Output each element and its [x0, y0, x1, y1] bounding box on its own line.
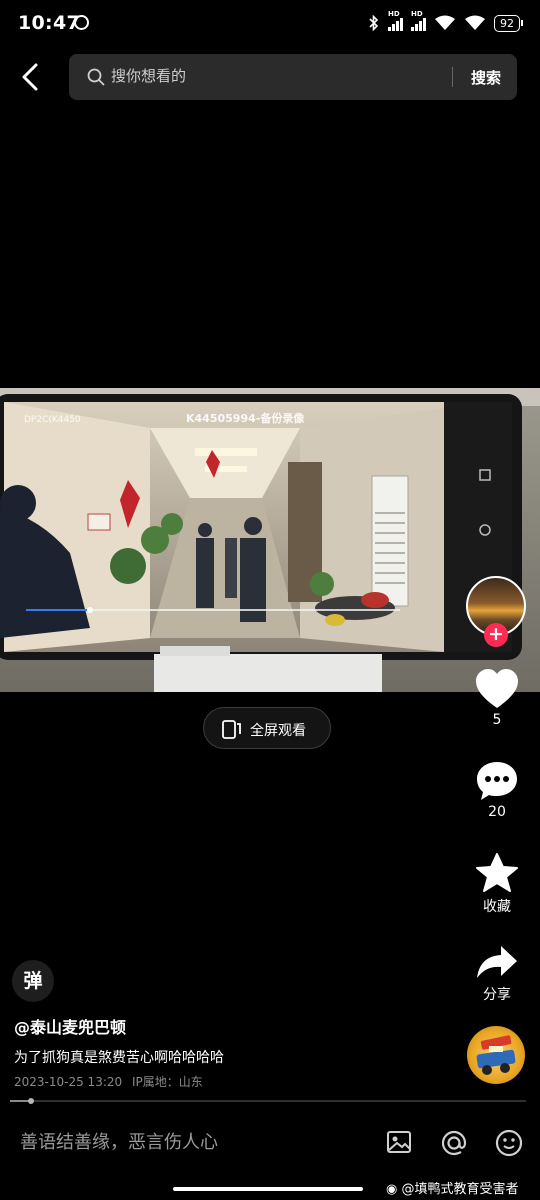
fullscreen-label: 全屏观看 [250, 723, 306, 739]
post-caption: 为了抓狗真是煞费苦心啊哈哈哈哈 [14, 1050, 224, 1066]
video-progress-handle[interactable] [27, 1098, 34, 1104]
watermark-text: @填鸭式教育受害者 [401, 1182, 519, 1197]
status-time: 10:47 [18, 12, 80, 34]
share-button[interactable]: 分享 [468, 944, 526, 1004]
danmaku-toggle-button[interactable]: 弹 [12, 960, 54, 1002]
emoji-icon[interactable] [494, 1128, 524, 1158]
share-label: 分享 [483, 987, 511, 1003]
post-ip-location: IP属地：山东 [131, 1075, 203, 1089]
music-disc[interactable] [467, 1026, 525, 1084]
comment-icon [477, 762, 517, 800]
post-meta: 2023-10-25 13:20 IP属地：山东 [14, 1073, 203, 1090]
favorite-button[interactable]: 收藏 [468, 852, 526, 916]
search-bar[interactable]: 搜索 [69, 54, 517, 100]
like-button[interactable]: 5 [468, 668, 526, 728]
author-name[interactable]: @泰山麦兜巴顿 [14, 1014, 126, 1038]
battery-indicator: 92 [494, 14, 523, 32]
share-icon [477, 946, 517, 978]
bluetooth-icon [369, 14, 379, 32]
weibo-icon: ◉ [386, 1182, 398, 1197]
alarm-icon [74, 15, 89, 30]
fullscreen-icon [222, 720, 241, 739]
status-icons: HD HD 92 [368, 10, 523, 32]
search-input[interactable] [111, 67, 441, 85]
video-overlay-title: K44505994-备份录像 [186, 412, 305, 425]
favorite-label: 收藏 [483, 899, 511, 915]
video-overlay-device: DP2C(K4450 [24, 415, 81, 425]
watermark: ◉ @填鸭式教育受害者 [386, 1178, 519, 1197]
post-timestamp: 2023-10-25 13:20 [14, 1075, 123, 1089]
back-button[interactable] [14, 60, 48, 94]
wifi-1-icon [435, 15, 455, 30]
comment-button[interactable]: 20 [468, 760, 526, 820]
comment-input[interactable]: 善语结善缘，恶言伤人心 [20, 1128, 218, 1154]
music-cover-image [476, 1035, 516, 1075]
like-count: 5 [492, 712, 502, 728]
follow-button[interactable]: + [484, 623, 508, 647]
status-bar: 10:47 HD HD 92 [0, 0, 540, 48]
home-indicator[interactable] [173, 1187, 363, 1191]
fullscreen-button[interactable]: 全屏观看 [203, 707, 331, 749]
heart-icon [476, 669, 518, 708]
mention-icon[interactable] [439, 1128, 469, 1158]
signal-1-icon: HD [388, 10, 403, 31]
video-frame-image [0, 388, 540, 692]
search-icon [87, 68, 105, 86]
back-icon [22, 63, 38, 91]
search-button[interactable]: 搜索 [471, 67, 501, 88]
signal-2-icon: HD [411, 10, 426, 31]
video-player[interactable]: K44505994-备份录像 DP2C(K4450 [0, 388, 540, 692]
video-progress-bar[interactable] [10, 1098, 526, 1104]
wifi-2-icon [465, 15, 485, 30]
search-divider [452, 67, 453, 87]
comment-count: 20 [488, 804, 506, 820]
image-icon[interactable] [385, 1128, 413, 1156]
star-icon [476, 853, 518, 892]
